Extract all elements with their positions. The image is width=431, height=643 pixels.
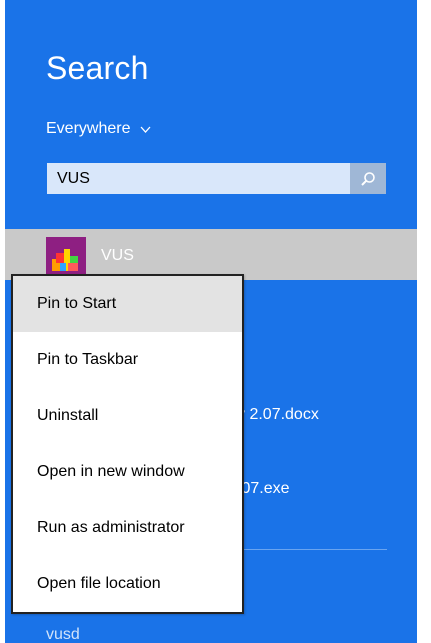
menu-item-open-file-location[interactable]: Open file location xyxy=(13,556,242,612)
result-docx-partial[interactable]: v 2.07.docx xyxy=(237,406,319,424)
suggestion-partial[interactable]: vusd xyxy=(46,626,80,643)
result-app-label: VUS xyxy=(101,247,134,264)
search-button[interactable] xyxy=(350,163,386,194)
search-box xyxy=(46,162,387,195)
magnifier-icon xyxy=(361,171,375,186)
menu-item-open-new-window[interactable]: Open in new window xyxy=(13,444,242,500)
menu-item-uninstall[interactable]: Uninstall xyxy=(13,388,242,444)
menu-item-pin-to-start[interactable]: Pin to Start xyxy=(13,276,242,332)
result-divider xyxy=(236,549,387,550)
result-exe-partial[interactable]: .07.exe xyxy=(237,480,289,498)
search-title: Search xyxy=(46,50,149,86)
search-scope-dropdown[interactable]: Everywhere xyxy=(46,120,151,138)
search-scope-label: Everywhere xyxy=(46,120,131,137)
colored-blocks-app-icon xyxy=(46,237,86,277)
menu-item-pin-to-taskbar[interactable]: Pin to Taskbar xyxy=(13,332,242,388)
context-menu: Pin to Start Pin to Taskbar Uninstall Op… xyxy=(11,274,244,614)
result-item-selected[interactable]: VUS xyxy=(5,229,417,280)
menu-item-run-as-admin[interactable]: Run as administrator xyxy=(13,500,242,556)
chevron-down-icon xyxy=(141,126,151,133)
search-input[interactable] xyxy=(47,163,357,194)
